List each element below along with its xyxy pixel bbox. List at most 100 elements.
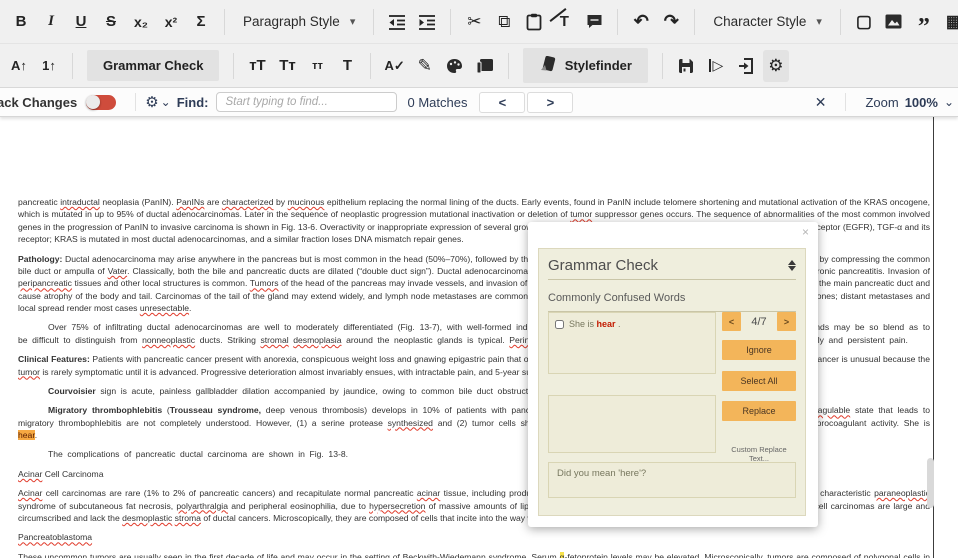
superscript-icon[interactable]: x² [158, 6, 184, 38]
dialog-close-icon[interactable]: × [802, 225, 809, 239]
misspelled-word: Beckwith-Wiedemann [403, 552, 486, 558]
misspelled-word: Pancreatoblastoma [18, 532, 92, 542]
document-heading: Pancreatoblastoma [18, 531, 930, 543]
find-options-gear-icon[interactable]: ⚙ [145, 93, 158, 111]
zoom-value: 100% [905, 95, 938, 110]
text-run: cell carcinomas are rare (1% to 2% of pa… [42, 488, 417, 498]
toolbar-separator [662, 53, 663, 79]
suggestion-text: Did you mean 'here'? [557, 468, 646, 479]
find-input[interactable] [216, 92, 397, 112]
replace-button[interactable]: Replace [722, 401, 796, 421]
spellcheck-icon[interactable]: A✓ [381, 50, 407, 82]
misspelled-word: mucinous [288, 197, 325, 207]
misspelled-word: stroma [175, 513, 201, 523]
find-previous-button[interactable]: < [479, 92, 525, 113]
line-spacing-up-icon[interactable]: 1↑ [36, 50, 62, 82]
redo-icon[interactable]: ↷ [658, 6, 684, 38]
previous-issue-button[interactable]: < [722, 312, 741, 331]
misspelled-word: tumor [18, 367, 40, 377]
text-run: These uncommon [18, 552, 90, 558]
ignore-button[interactable]: Ignore [722, 340, 796, 360]
zoom-control[interactable]: Zoom 100% ⌄ [855, 95, 958, 110]
misspelled-word: nonneoplastic [142, 335, 195, 345]
case-small-small-icon[interactable]: ᴛᴛ [304, 50, 330, 82]
dialog-subtitle: Commonly Confused Words [548, 292, 685, 304]
frame-icon[interactable]: ▢ [851, 6, 877, 38]
chevron-down-icon: ⌄ [944, 95, 954, 109]
blockquote-icon[interactable]: ” [911, 6, 937, 38]
text-run: pancreatic [18, 197, 60, 207]
stylefinder-button[interactable]: Stylefinder [523, 48, 648, 83]
flagged-sentence-box: She is hear . [548, 312, 716, 374]
grammar-check-button[interactable]: Grammar Check [87, 50, 219, 81]
cut-icon[interactable]: ✂ [461, 6, 487, 38]
style-book-icon[interactable] [472, 50, 498, 82]
dialog-spinner-icon[interactable] [788, 260, 796, 271]
indent-increase-icon[interactable] [414, 6, 440, 38]
document-paragraph: These uncommon tumors are usually seen i… [18, 551, 930, 558]
underline-icon[interactable]: U [68, 6, 94, 38]
grammar-check-panel: Grammar Check Commonly Confused Words Sh… [538, 248, 806, 516]
chevron-down-icon: ⌄ [161, 95, 171, 109]
paragraph-style-dropdown[interactable]: Paragraph Style ▾ [233, 14, 365, 29]
toolbar-separator [840, 9, 841, 35]
palette-icon[interactable] [442, 50, 468, 82]
misspelled-word: paraneoplastic [874, 488, 930, 498]
paragraph-style-label: Paragraph Style [243, 14, 340, 29]
misspelled-word: desmoplastic [122, 513, 172, 523]
undo-icon[interactable]: ↶ [628, 6, 654, 38]
bold-lead: Clinical Features: [18, 354, 90, 364]
table-icon[interactable]: ▦ [941, 6, 958, 38]
misspelled-word: Tumors [250, 278, 279, 288]
case-small-large-icon[interactable]: ᴛT [244, 50, 270, 82]
settings-gear-icon[interactable]: ⚙ [763, 50, 789, 82]
sigma-icon[interactable]: Σ [188, 6, 214, 38]
track-changes-label: ack Changes [0, 95, 77, 110]
clear-formatting-icon[interactable]: T [551, 6, 577, 38]
subscript-icon[interactable]: x₂ [128, 6, 154, 38]
bold-lead: Pathology: [18, 254, 62, 264]
suggestion-box[interactable]: Did you mean 'here'? [548, 462, 796, 498]
font-size-up-icon[interactable]: A↑ [6, 50, 32, 82]
copy-icon[interactable]: ⧉ [491, 6, 517, 38]
italic-icon[interactable]: I [38, 6, 64, 38]
character-style-dropdown[interactable]: Character Style ▾ [703, 14, 832, 29]
select-all-button[interactable]: Select All [722, 371, 796, 391]
close-findbar-icon[interactable]: ✕ [805, 94, 837, 111]
chevron-down-icon: ▾ [350, 15, 356, 28]
misspelled-word: Acinar [18, 488, 42, 498]
paste-icon[interactable] [521, 6, 547, 38]
bold-icon[interactable]: B [8, 6, 34, 38]
text-run: ( [162, 405, 170, 415]
save-icon[interactable] [673, 50, 699, 82]
misspelled-word: Acinar [18, 469, 42, 479]
next-issue-button[interactable]: > [777, 312, 796, 331]
misspelled-word: tumors [767, 552, 793, 558]
scrollbar-thumb[interactable] [927, 458, 934, 508]
text-run: -fetoprotein levels may be elevated. Mic… [564, 552, 767, 558]
misspelled-word: Vater [108, 266, 127, 276]
case-large-small-icon[interactable]: Tᴛ [274, 50, 300, 82]
sentence-checkbox[interactable] [555, 320, 564, 329]
flagged-word: hear [597, 319, 616, 329]
text-run: sign is acute, painless gallbladder dila… [96, 386, 558, 396]
text-run: Cell Carcinoma [42, 469, 103, 479]
strikethrough-icon[interactable]: S [98, 6, 124, 38]
run-macro-icon[interactable]: ▷ [703, 50, 729, 82]
track-changes-toggle[interactable] [86, 95, 116, 110]
flagged-sentence: She is hear . [569, 319, 621, 329]
find-next-button[interactable]: > [527, 92, 573, 113]
dialog-title-row: Grammar Check [548, 257, 796, 280]
comment-icon[interactable] [581, 6, 607, 38]
misspelled-word: acinar [417, 488, 440, 498]
replacement-preview-box[interactable] [548, 395, 716, 453]
issue-navigation: < 4/7 > [722, 312, 796, 331]
image-icon[interactable] [881, 6, 907, 38]
pencil-icon[interactable]: ✎ [412, 50, 438, 82]
exit-icon[interactable] [733, 50, 759, 82]
case-single-icon[interactable]: T [334, 50, 360, 82]
misspelled-word: polyarthralgia [176, 501, 228, 511]
indent-decrease-icon[interactable] [384, 6, 410, 38]
bold-lead: Migratory thrombophlebitis [48, 405, 162, 415]
toolbar-separator [450, 9, 451, 35]
